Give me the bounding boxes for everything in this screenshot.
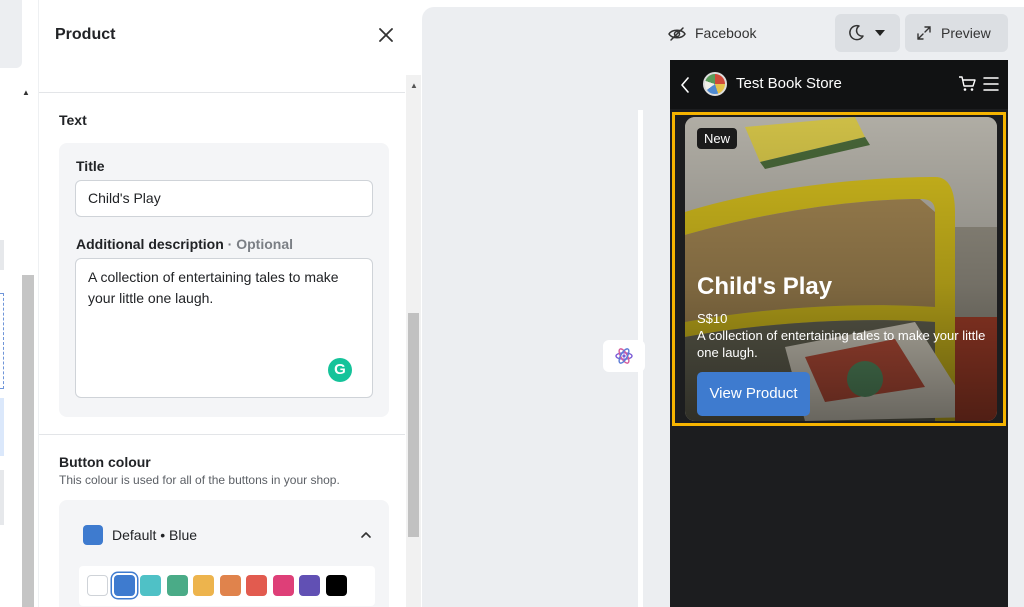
colour-select-row[interactable]: Default • Blue	[83, 522, 373, 546]
eye-off-icon	[668, 27, 686, 41]
button-colour-label: Button colour	[59, 454, 151, 470]
sidebar-scroll-up-arrow[interactable]: ▲	[22, 88, 30, 97]
close-button[interactable]	[375, 24, 397, 46]
panel-title: Product	[55, 26, 116, 43]
preview-button[interactable]: Preview	[905, 14, 1008, 52]
sidebar-scrollbar-thumb[interactable]	[22, 275, 34, 607]
preview-canvas: Facebook Preview Test Book Store New Chi…	[422, 7, 1024, 607]
selected-colour-swatch	[83, 525, 103, 545]
menu-icon[interactable]	[983, 77, 999, 91]
view-product-button[interactable]: View Product	[697, 372, 810, 416]
colour-swatch[interactable]	[219, 575, 241, 596]
moon-icon	[849, 24, 864, 41]
panel-scrollbar[interactable]: ▲	[406, 75, 421, 607]
store-logo	[703, 72, 727, 96]
colour-swatch[interactable]	[325, 575, 347, 596]
optional-tag: · Optional	[227, 236, 293, 252]
colour-swatch[interactable]	[140, 575, 161, 596]
description-text: A collection of entertaining tales to ma…	[88, 269, 339, 306]
colour-swatch-palette	[79, 566, 375, 606]
colour-swatch[interactable]	[299, 575, 320, 596]
description-label-text: Additional description	[76, 236, 224, 252]
sidebar-highlight-segment	[0, 398, 4, 456]
button-colour-helper: This colour is used for all of the butto…	[59, 473, 340, 487]
store-name: Test Book Store	[736, 75, 842, 92]
text-fields-card: Title Child's Play Additional descriptio…	[59, 143, 389, 417]
description-field-label: Additional description · Optional	[76, 236, 293, 252]
button-colour-card: Default • Blue	[59, 500, 389, 607]
cart-icon[interactable]	[958, 76, 976, 92]
section-divider	[39, 434, 405, 435]
text-section-label: Text	[59, 112, 87, 128]
preview-label: Preview	[941, 25, 991, 41]
expand-icon	[917, 26, 931, 40]
colour-swatch[interactable]	[166, 575, 188, 596]
colour-swatch[interactable]	[272, 575, 294, 596]
sidebar-edge-segment	[0, 470, 4, 525]
selected-colour-name: Default • Blue	[112, 527, 198, 543]
atom-icon	[615, 348, 633, 364]
close-icon	[379, 28, 393, 42]
hero-product-description: A collection of entertaining tales to ma…	[697, 328, 986, 360]
panel-scroll-area: Text Title Child's Play Additional descr…	[39, 92, 405, 607]
left-sidebar-strip: ▲	[0, 0, 36, 607]
scrollbar-thumb[interactable]	[408, 313, 419, 537]
selected-block-outline[interactable]: New Child's Play S$10 A collection of en…	[672, 112, 1006, 426]
hero-product-title: Child's Play	[697, 273, 833, 300]
scroll-up-arrow[interactable]: ▲	[410, 81, 418, 90]
back-chevron-icon[interactable]	[680, 77, 690, 93]
colour-swatch[interactable]	[193, 575, 214, 596]
shop-navbar: Test Book Store	[670, 60, 1008, 109]
title-input[interactable]: Child's Play	[75, 180, 373, 217]
colour-swatch[interactable]	[87, 575, 108, 596]
new-badge: New	[697, 128, 738, 149]
title-field-label: Title	[76, 158, 105, 174]
grammarly-icon[interactable]: G	[328, 358, 352, 382]
channel-name: Facebook	[695, 25, 757, 41]
ai-assist-button[interactable]	[603, 340, 645, 372]
colour-swatch[interactable]	[246, 575, 267, 596]
sidebar-edge-segment	[0, 240, 4, 270]
sidebar-selected-section-outline	[0, 293, 4, 389]
mobile-shop-preview: Test Book Store New Child's Play S$10 A …	[670, 60, 1008, 607]
product-editor-panel: Product Text Title Child's Play Addition…	[38, 0, 421, 607]
hero-product-price: S$10	[697, 311, 728, 326]
theme-toggle-button[interactable]	[835, 14, 900, 52]
description-textarea[interactable]: A collection of entertaining tales to ma…	[75, 258, 373, 398]
sidebar-top-block	[0, 0, 22, 68]
colour-swatch[interactable]	[113, 575, 135, 596]
product-hero-card[interactable]: New Child's Play S$10 A collection of en…	[685, 117, 997, 421]
caret-down-icon	[875, 30, 885, 36]
chevron-up-icon[interactable]	[359, 528, 373, 542]
panel-header: Product	[39, 0, 421, 70]
